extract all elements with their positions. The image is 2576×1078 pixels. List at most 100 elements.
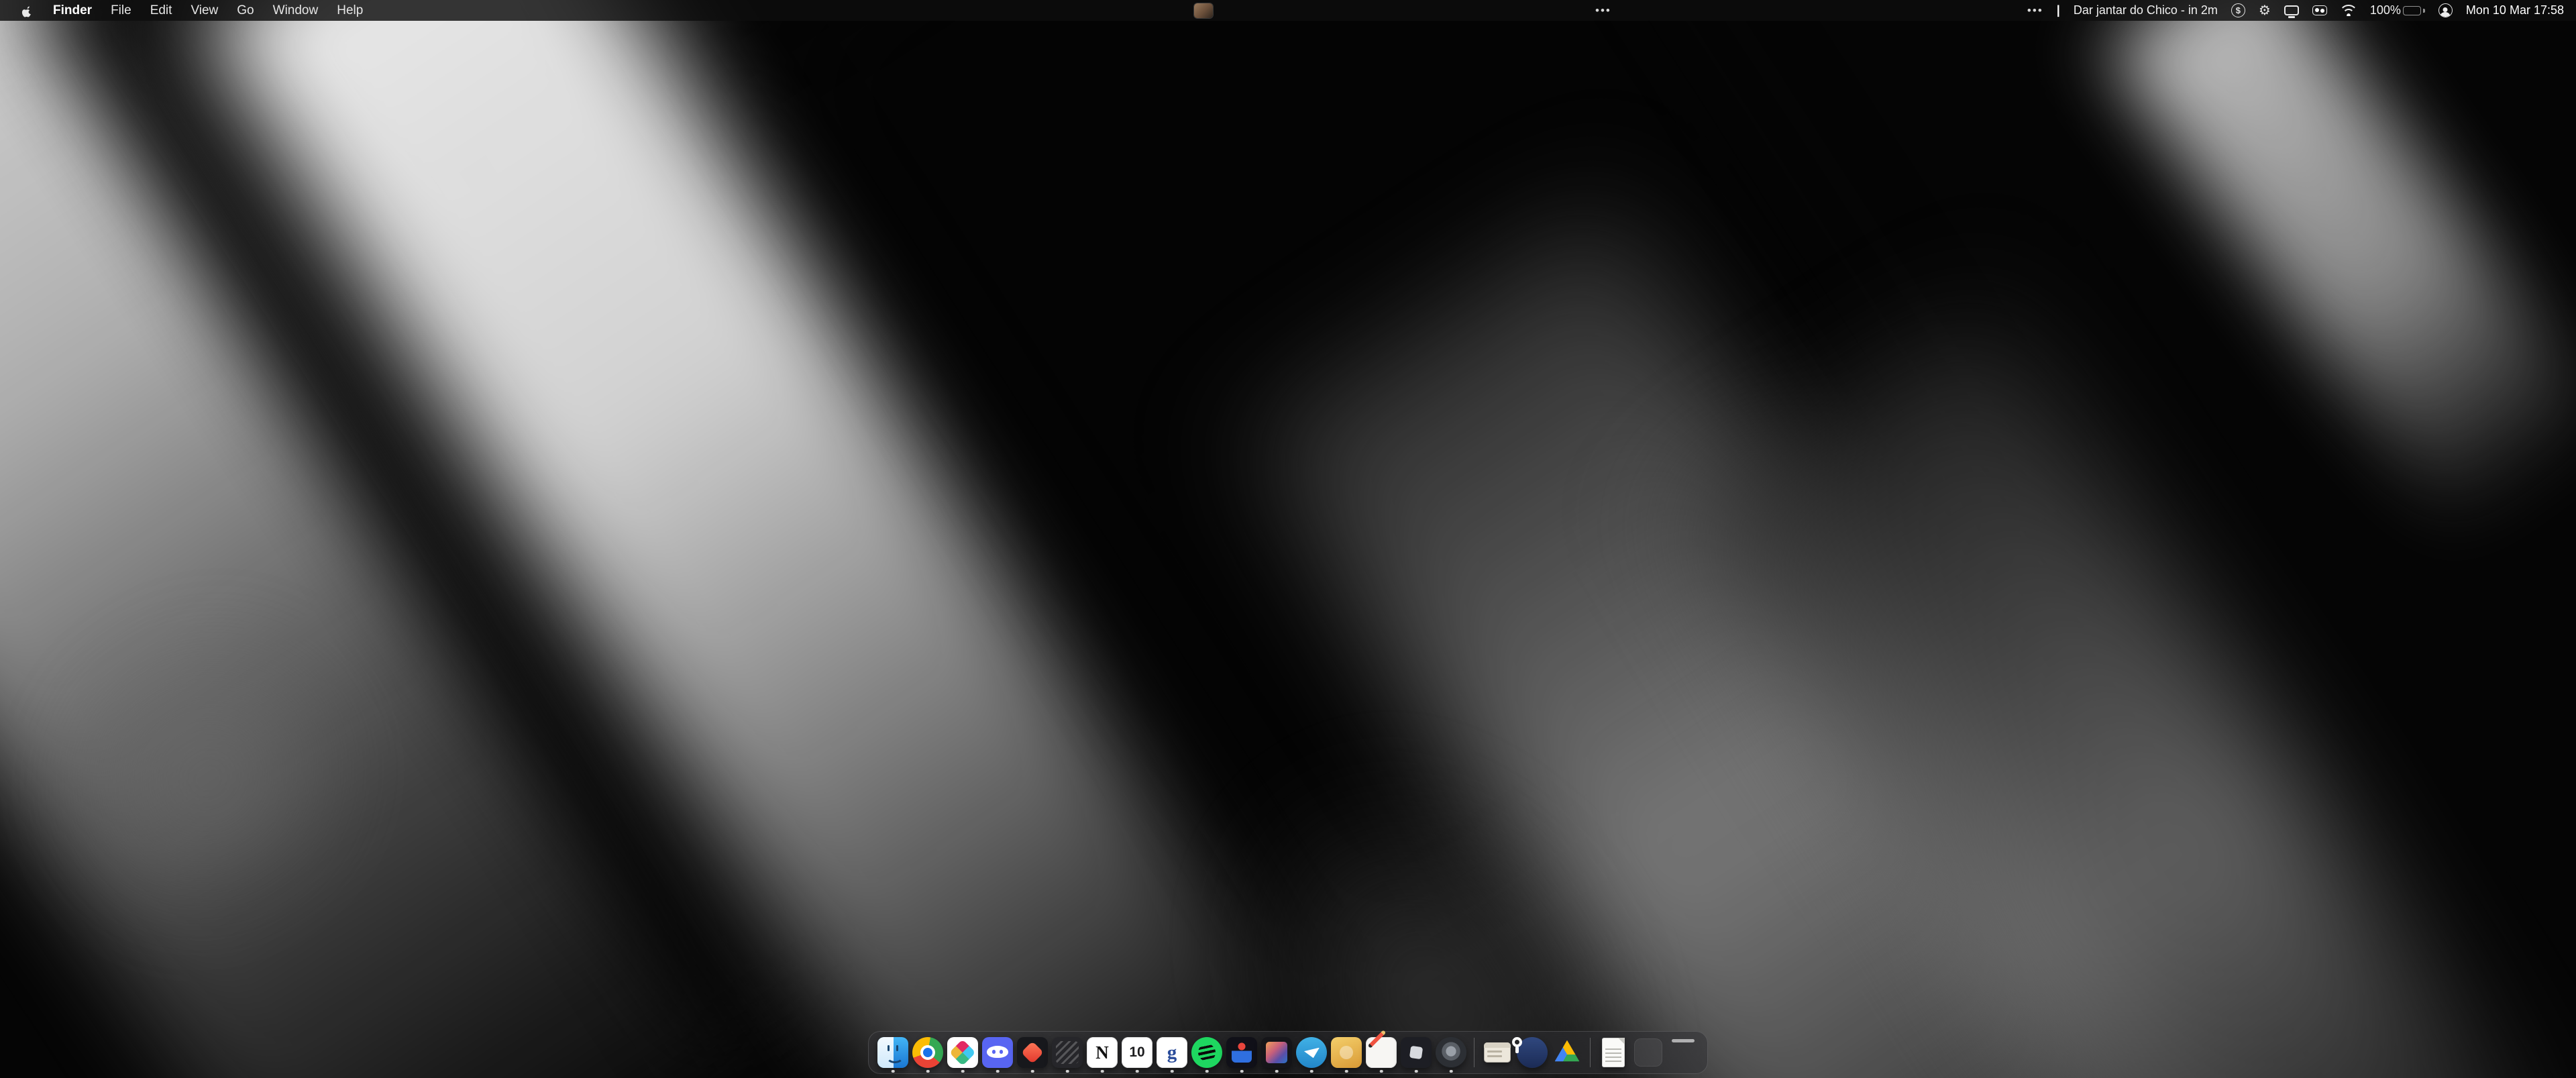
menu-help[interactable]: Help [327,0,372,21]
downloads-icon [1634,1038,1662,1067]
notion-glyph: N [1087,1037,1118,1068]
spotify-glyph [1197,1042,1218,1063]
chrome-glyph [920,1045,935,1060]
menu-bar-status-area: ••• | Dar jantar do Chico - in 2m $ ⚙ 10… [2027,0,2576,21]
wifi-icon[interactable] [2341,5,2357,16]
dock-item-screenshot-preview[interactable] [1480,1031,1515,1074]
dock-item-goodnotes[interactable]: g [1155,1031,1189,1074]
running-indicator [1380,1070,1383,1073]
1password-glyph [1512,1037,1522,1047]
running-indicator [996,1070,1000,1073]
notion-calendar-glyph: 10 [1122,1037,1152,1068]
display-icon[interactable] [2284,5,2299,15]
menu-bar-clock[interactable]: Mon 10 Mar 17:58 [2466,3,2564,17]
spotify-icon [1191,1037,1222,1068]
dock-item-finder[interactable] [875,1031,910,1074]
running-indicator [1205,1070,1209,1073]
finder-glyph [877,1037,908,1068]
dock: N10g [868,1031,1708,1074]
finder-icon [877,1037,908,1068]
raycast-icon [1017,1037,1048,1068]
yellow-app-glyph [1340,1046,1353,1059]
dock-item-layers-app[interactable] [1050,1031,1085,1074]
dock-item-downloads[interactable] [1631,1031,1666,1074]
photos-icon [1261,1037,1292,1068]
next-event-text[interactable]: Dar jantar do Chico - in 2m [2074,3,2218,17]
running-indicator [1031,1070,1034,1073]
notion-calendar-icon: 10 [1122,1037,1152,1068]
battery-percent: 100% [2370,3,2401,17]
screenshot-preview-icon [1484,1042,1511,1063]
menu-bar: Finder FileEditViewGoWindowHelp ••• ••• … [0,0,2576,21]
battery-status[interactable]: 100% [2370,3,2425,17]
dock-item-lens-app[interactable] [1434,1031,1468,1074]
battery-icon [2403,6,2421,15]
notch-area-widgets: ••• [1194,0,1611,21]
goodnotes-icon: g [1157,1037,1187,1068]
status-overflow-dots-icon[interactable]: ••• [2027,4,2043,17]
dock-item-figure-app[interactable] [1224,1031,1259,1074]
figure-app-icon [1226,1037,1257,1068]
dock-item-slack[interactable] [945,1031,980,1074]
dock-item-document-file[interactable] [1596,1031,1631,1074]
pencil-app-icon [1366,1037,1397,1068]
slack-icon [947,1037,978,1068]
dock-item-photos[interactable] [1259,1031,1294,1074]
dock-item-notion-calendar[interactable]: 10 [1120,1031,1155,1074]
1password-icon [1517,1037,1548,1068]
layers-app-glyph [1056,1041,1079,1065]
dock-item-spotify[interactable] [1189,1031,1224,1074]
menu-view[interactable]: View [181,0,227,21]
trash-icon [1670,1037,1696,1068]
notch-overflow-dots-icon[interactable]: ••• [1595,4,1611,17]
app-menu-finder[interactable]: Finder [44,0,101,21]
status-separator: | [2057,3,2060,17]
menu-bar-left: Finder FileEditViewGoWindowHelp [0,0,372,21]
running-indicator [1345,1070,1348,1073]
photos-glyph [1266,1042,1287,1063]
running-indicator [1136,1070,1139,1073]
dollar-icon[interactable]: $ [2231,3,2245,17]
dock-item-1password[interactable] [1515,1031,1550,1074]
blue-app-glyph [1296,1037,1327,1068]
dock-item-chrome[interactable] [910,1031,945,1074]
discord-glyph [987,1046,1008,1058]
running-indicator [1240,1070,1244,1073]
dock-item-yellow-app[interactable] [1329,1031,1364,1074]
blue-app-icon [1296,1037,1327,1068]
desktop: Finder FileEditViewGoWindowHelp ••• ••• … [0,0,2576,1078]
dock-item-discord[interactable] [980,1031,1015,1074]
layers-app-icon [1052,1037,1083,1068]
menu-go[interactable]: Go [227,0,263,21]
gear-icon[interactable]: ⚙ [2259,4,2271,17]
running-indicator [961,1070,965,1073]
running-indicator [1450,1070,1453,1073]
running-indicator [1101,1070,1104,1073]
downloads-glyph [1634,1038,1662,1067]
menu-window[interactable]: Window [264,0,328,21]
menu-edit[interactable]: Edit [141,0,182,21]
chrome-icon [912,1037,943,1068]
battery-nub [2423,9,2425,13]
apple-menu-icon[interactable] [11,0,44,21]
document-file-glyph [1602,1038,1625,1067]
goodnotes-glyph: g [1157,1037,1187,1068]
yellow-app-icon [1331,1037,1362,1068]
dock-item-dark-app[interactable] [1399,1031,1434,1074]
dock-item-trash[interactable] [1666,1031,1701,1074]
user-icon[interactable] [2438,3,2453,17]
dock-separator [1590,1038,1591,1067]
running-indicator [1415,1070,1418,1073]
screenshot-thumbnail-icon[interactable] [1194,3,1213,18]
dock-item-blue-app[interactable] [1294,1031,1329,1074]
dock-item-google-drive[interactable] [1550,1031,1585,1074]
dock-item-raycast[interactable] [1015,1031,1050,1074]
dock-item-pencil-app[interactable] [1364,1031,1399,1074]
dark-app-icon [1401,1037,1432,1068]
dock-item-notion[interactable]: N [1085,1031,1120,1074]
wallpaper [0,0,2576,1078]
control-center-icon[interactable] [2312,5,2327,15]
menu-file[interactable]: File [101,0,141,21]
running-indicator [892,1070,895,1073]
google-drive-glyph [1555,1040,1580,1065]
